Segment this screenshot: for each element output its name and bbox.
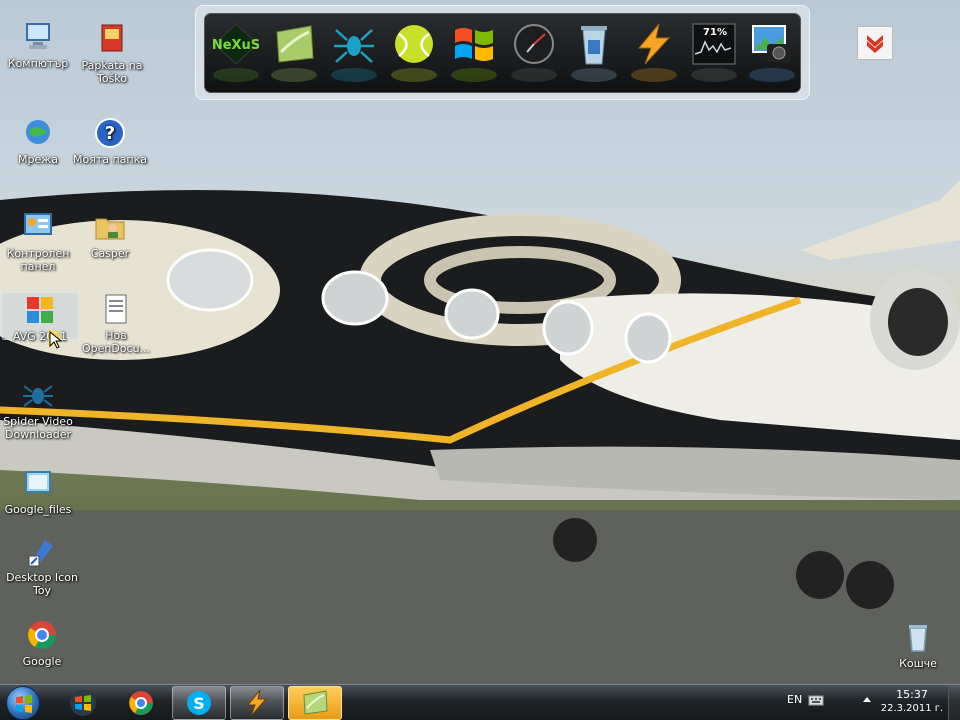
network-icon [21,116,55,150]
dock-item-spider[interactable] [329,22,379,84]
desktop-icon-recycle[interactable]: Кошче [880,620,956,670]
desktop-icon-label: Google_files [4,503,72,516]
taskbar-button-chrome[interactable] [114,686,168,720]
desktop-icon-label: Papkata na Toško [81,59,143,85]
dock-item-winamp[interactable] [629,22,679,84]
desktop-icon-papkata[interactable]: Papkata na Toško [74,22,150,85]
svg-text:?: ? [105,123,115,144]
desktop-icon-label: Мрежа [18,153,58,166]
chrome-icon [25,618,59,652]
document-icon [99,292,133,326]
folder-icon [21,466,55,500]
taskbar: S EN 15:37 22.3.2011 г. [0,684,960,720]
winamp-bolt-icon [246,689,268,717]
taskbar-button-winamp[interactable] [230,686,284,720]
windows-flag-icon [70,690,96,716]
rocket-dock: NeXuS 71% [195,5,810,100]
dock-item-cpu[interactable]: 71% [689,22,739,84]
system-clock[interactable]: 15:37 22.3.2011 г. [880,688,944,714]
desktop-icon-label: Casper [90,247,130,260]
desktop-icon-casper[interactable]: Casper [72,210,148,260]
show-desktop-button[interactable] [948,685,960,720]
chrome-icon [129,691,153,715]
desktop-icon-label: Контролен панел [6,247,70,273]
keyboard-icon[interactable] [808,693,824,707]
dock-item-leaf[interactable] [269,22,319,84]
desktop-icon-label: Моята папка [73,153,147,166]
cpu-meter-icon: 71% [691,22,737,66]
trash-icon [571,22,617,66]
skype-icon: S [187,691,211,715]
desktop-icon-network[interactable]: Мрежа [0,116,76,166]
control-panel-icon [21,210,55,244]
taskbar-button-windows-media[interactable] [56,686,110,720]
svg-text:S: S [193,694,205,713]
desktop-icon-label: Нов OpenDocu... [81,329,151,355]
winamp-bolt-icon [631,22,677,66]
collapse-arrows-button[interactable] [857,26,893,60]
camera-photo-icon [749,22,795,66]
svg-text:NeXuS: NeXuS [213,38,259,53]
green-leaf-icon [303,690,328,715]
dock-item-trash[interactable] [569,22,619,84]
nexus-logo-icon: NeXuS [212,22,260,66]
desktop-icon-label: Google [22,655,62,668]
show-hidden-icons-arrow-icon[interactable] [861,694,873,706]
recycle-bin-icon [901,620,935,654]
spider-icon [21,378,55,412]
desktop-icon-computer[interactable]: Компютър [0,20,76,70]
green-leaf-icon [271,22,317,66]
dock-item-tennis[interactable] [389,22,439,84]
tennis-ball-icon [391,22,437,66]
spider-icon [331,22,377,66]
desktop-icon-my-folder[interactable]: ? Моята папка [72,116,148,166]
desktop-icon-google[interactable]: Google [4,618,80,668]
avg-icon [23,293,57,327]
dock-item-windows[interactable] [449,22,499,84]
desktop-icon-spider[interactable]: Spider Video Downloader [0,378,76,441]
dock-item-clock[interactable] [509,22,559,84]
taskbar-button-skype[interactable]: S [172,686,226,720]
windows-flag-icon [16,695,32,713]
desktop-icon-google-files[interactable]: Google_files [0,466,76,516]
desktop-icon-label: Desktop Icon Toy [6,571,78,597]
dock-item-photo[interactable] [747,22,797,84]
help-icon: ? [93,116,127,150]
desktop-icon-label: Кошче [899,657,937,670]
clock-date: 22.3.2011 г. [880,703,944,714]
clock-time: 15:37 [896,688,928,701]
double-chevron-down-icon [867,35,883,53]
svg-text:71%: 71% [703,27,727,38]
desktop-icon-label: Spider Video Downloader [3,415,73,441]
user-folder-icon [93,210,127,244]
desktop-icon-desktop-icon-toy[interactable]: Desktop Icon Toy [4,534,80,597]
taskbar-button-leaf[interactable] [288,686,342,720]
mouse-cursor [43,329,68,350]
start-button[interactable] [6,686,40,720]
clock-icon [511,22,557,66]
dock-panel: NeXuS 71% [204,13,801,93]
computer-icon [21,20,55,54]
language-indicator[interactable]: EN [787,693,802,706]
shortcut-icon [25,534,59,568]
desktop-icon-label: Компютър [7,57,69,70]
desktop-icon-control-panel[interactable]: Контролен панел [0,210,76,273]
desktop-icon-new-doc[interactable]: Нов OpenDocu... [78,292,154,355]
windows-logo-icon [451,22,497,66]
folder-app-icon [95,22,129,56]
dock-item-nexus[interactable]: NeXuS [211,22,261,84]
